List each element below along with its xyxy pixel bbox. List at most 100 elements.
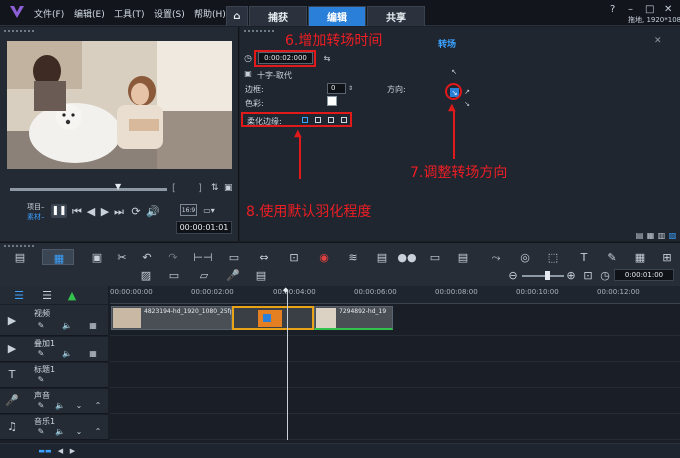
tool-icon-1[interactable]: ▣ — [90, 251, 104, 263]
track-row-title[interactable] — [110, 363, 680, 388]
playhead-handle-icon[interactable]: ◆ — [283, 286, 288, 294]
edit-icon[interactable]: ✎ — [36, 401, 46, 411]
tool-icon-10[interactable]: ●● — [397, 251, 416, 263]
clip-mode-label[interactable]: 素材– — [27, 212, 45, 222]
fit-project-icon[interactable]: ⊡ — [582, 270, 594, 281]
play-button[interactable]: ❚❚ — [51, 204, 67, 218]
timeline-view-button[interactable]: ▦ — [42, 249, 74, 265]
tab-share[interactable]: 共享 — [367, 6, 425, 26]
fade-in-icon[interactable]: ⌄ — [74, 427, 84, 437]
zoom-slider-handle[interactable] — [545, 271, 550, 280]
tool-icon-13[interactable]: ⤳ — [489, 251, 503, 263]
color-swatch[interactable] — [327, 96, 337, 106]
cut-icon[interactable]: ⇅ — [211, 183, 219, 193]
menu-tools[interactable]: 工具(T) — [114, 7, 145, 20]
project-mode-label[interactable]: 项目– — [27, 202, 45, 212]
tool-icon-9[interactable]: ▤ — [375, 251, 389, 263]
clock-icon[interactable]: ◷ — [599, 270, 611, 281]
enlarge-icon[interactable]: ▭▾ — [201, 205, 217, 217]
preview-timecode[interactable]: 00:00:01:01 — [176, 221, 232, 234]
track-head-music[interactable]: ♫ 音乐1 ✎ 🔈 ⌄ ⌃ — [0, 415, 108, 440]
project-duration[interactable]: 0:00:01:00 — [614, 269, 674, 281]
redo-icon[interactable]: ↷ — [166, 251, 180, 263]
tool-icon-16[interactable]: ✎ — [605, 251, 619, 263]
direction-down-right-icon[interactable]: ↗ — [463, 88, 471, 96]
close-icon[interactable]: ✕ — [664, 4, 672, 15]
zoom-in-icon[interactable]: ⊕ — [566, 270, 576, 281]
tool-icon-15[interactable]: ⬚ — [546, 251, 560, 263]
tool-icon-17[interactable]: ▦ — [633, 251, 647, 263]
close-options-icon[interactable]: ✕ — [654, 36, 662, 46]
track-row-music[interactable] — [110, 415, 680, 440]
grid-icon[interactable]: ▦ — [88, 321, 98, 331]
tool-icon-14[interactable]: ◎ — [518, 251, 532, 263]
trim-start-icon[interactable]: [ — [172, 183, 176, 194]
copy-frame-icon[interactable]: ▣ — [224, 183, 233, 193]
panel-view-icon-1[interactable]: ▤ — [635, 231, 644, 240]
undo-icon[interactable]: ↶ — [140, 251, 154, 263]
volume-icon[interactable]: 🔊 — [146, 205, 160, 217]
panel-view-icon-3[interactable]: ▥ — [657, 231, 666, 240]
tool-icon-12[interactable]: ▤ — [456, 251, 470, 263]
panel-view-icon-2[interactable]: ▦ — [646, 231, 655, 240]
tool-icon-18[interactable]: ⊞ — [660, 251, 674, 263]
panel-view-icon-4[interactable]: ▨ — [668, 231, 677, 240]
direction-up-left-icon[interactable]: ↖ — [450, 68, 458, 76]
video-clip-1[interactable]: 4823194-hd_1920_1080_25fps — [111, 306, 232, 330]
mute-icon[interactable]: 🔈 — [55, 427, 65, 437]
help-icon[interactable]: ? — [610, 4, 615, 15]
playhead[interactable] — [287, 290, 288, 440]
tool-icon-11[interactable]: ▭ — [428, 251, 442, 263]
edit-icon[interactable]: ✎ — [36, 321, 46, 331]
track-row-overlay[interactable] — [110, 337, 680, 362]
mute-icon[interactable]: 🔈 — [62, 349, 72, 359]
add-track-icon[interactable]: ☰ — [40, 289, 54, 301]
tool-icon-19[interactable]: ▨ — [140, 270, 152, 281]
aspect-ratio-button[interactable]: 16:9 — [180, 204, 197, 216]
mute-icon[interactable]: 🔈 — [62, 321, 72, 331]
tool-icon-20[interactable]: ▭ — [168, 270, 180, 281]
tool-icon-22[interactable]: ▤ — [255, 270, 267, 281]
tool-icon-3[interactable]: ⊢⊣ — [193, 251, 212, 263]
maximize-icon[interactable]: □ — [645, 4, 654, 15]
mute-icon[interactable]: 🔈 — [55, 401, 65, 411]
tool-icon-4[interactable]: ▭ — [227, 251, 241, 263]
zoom-out-icon[interactable]: ⊖ — [508, 270, 518, 281]
track-head-video[interactable]: ▶ 视频 ✎ 🔈 ▦ — [0, 305, 108, 336]
transition-clip[interactable] — [232, 306, 314, 330]
storyboard-view-icon[interactable]: ▤ — [13, 251, 27, 263]
menu-edit[interactable]: 编辑(E) — [74, 7, 105, 20]
go-to-start-icon[interactable]: ⏮ — [72, 205, 82, 217]
track-head-voice[interactable]: 🎤 声音 ✎ 🔈 ⌄ ⌃ — [0, 389, 108, 414]
tab-capture[interactable]: 捕获 — [249, 6, 307, 26]
tab-home[interactable]: ⌂ — [226, 6, 248, 26]
scrub-handle-icon[interactable]: ▼ — [115, 182, 121, 191]
edit-icon[interactable]: ✎ — [36, 375, 46, 385]
grid-icon[interactable]: ▦ — [88, 349, 98, 359]
scroll-left-icon[interactable]: ◀ — [56, 447, 65, 456]
tool-icon-6[interactable]: ⊡ — [287, 251, 301, 263]
edit-icon[interactable]: ✎ — [36, 349, 46, 359]
time-ruler[interactable]: 00:00:00:00 00:00:02:00 00:00:04:00 00:0… — [110, 286, 680, 304]
track-head-overlay[interactable]: ▶ 叠加1 ✎ 🔈 ▦ — [0, 337, 108, 362]
tool-icon-5[interactable]: ⇔ — [257, 251, 271, 263]
border-spinner-icon[interactable]: ⇕ — [347, 83, 354, 94]
record-icon[interactable]: 🎤 — [226, 270, 240, 281]
repeat-icon[interactable]: ⟳ — [130, 205, 142, 217]
track-row-voice[interactable] — [110, 389, 680, 414]
tool-icon-2[interactable]: ✂ — [115, 251, 129, 263]
prev-frame-icon[interactable]: ◀ — [86, 205, 96, 217]
tab-edit[interactable]: 编辑 — [308, 6, 366, 26]
track-manager-icon[interactable]: ☰ — [12, 289, 26, 301]
next-frame-icon[interactable]: ▶ — [100, 205, 110, 217]
scroll-right-icon[interactable]: ▶ — [68, 447, 77, 456]
trim-end-icon[interactable]: ] — [198, 183, 202, 194]
scroll-handle-icon[interactable]: ▬▬ — [38, 447, 52, 456]
menu-file[interactable]: 文件(F) — [34, 7, 64, 20]
tool-icon-8[interactable]: ≋ — [346, 251, 360, 263]
edit-icon[interactable]: ✎ — [36, 427, 46, 437]
fade-out-icon[interactable]: ⌃ — [93, 427, 103, 437]
track-head-title[interactable]: T 标题1 ✎ — [0, 363, 108, 388]
fade-out-icon[interactable]: ⌃ — [93, 401, 103, 411]
duration-lock-icon[interactable]: ⇆ — [322, 54, 332, 64]
